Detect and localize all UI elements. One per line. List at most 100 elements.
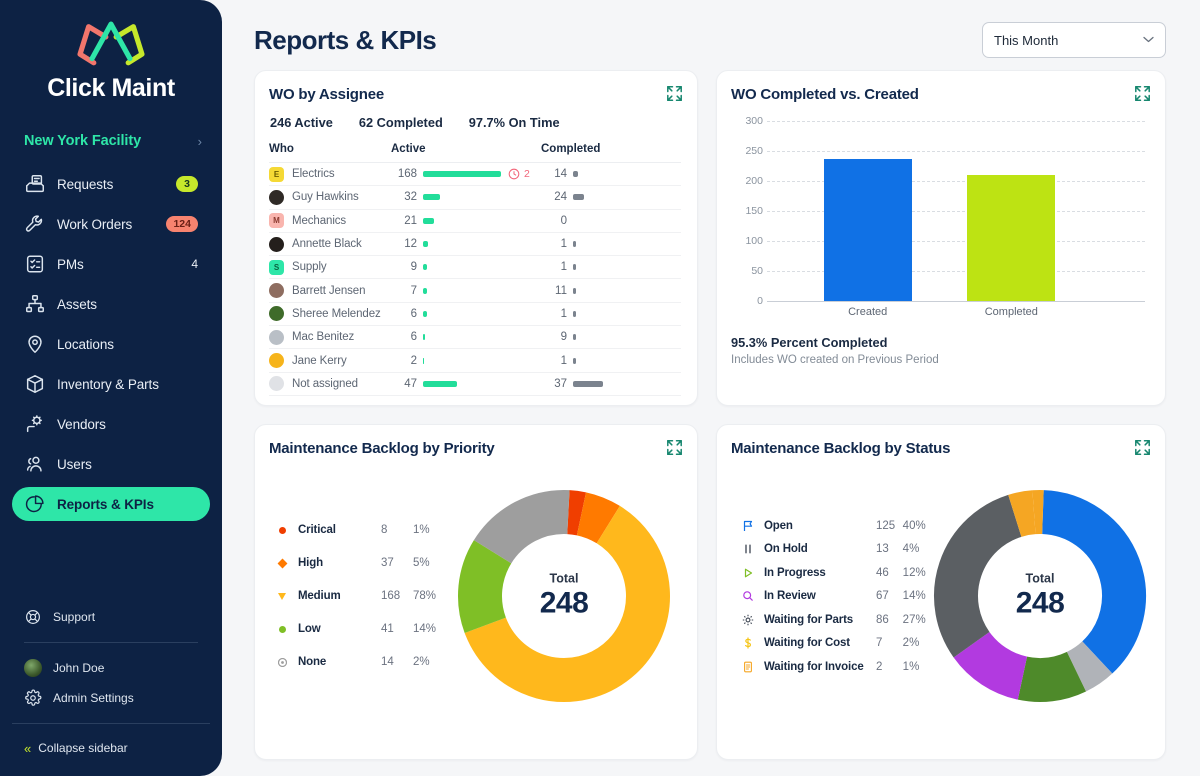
- play-icon: [741, 567, 755, 579]
- sidebar-item-admin-settings[interactable]: Admin Settings: [12, 683, 210, 713]
- expand-icon[interactable]: [666, 439, 683, 456]
- table-row[interactable]: Mac Benitez69: [269, 326, 681, 349]
- legend-item[interactable]: None142%: [275, 646, 447, 679]
- cell-completed: 1: [541, 349, 681, 372]
- cell-who: Annette Black: [269, 232, 391, 255]
- legend-item[interactable]: Open12540%: [741, 514, 931, 538]
- collapse-sidebar-button[interactable]: « Collapse sidebar: [12, 734, 210, 762]
- sidebar-item-work-orders[interactable]: Work Orders 124: [12, 207, 210, 241]
- donut-slice[interactable]: [1022, 672, 1076, 680]
- completed-bar: [573, 194, 584, 200]
- app-root: Click Maint New York Facility › Requests…: [0, 0, 1200, 776]
- legend-label: High: [298, 557, 381, 569]
- legend-percent: 4%: [903, 543, 931, 555]
- donut-slice[interactable]: [956, 516, 1015, 645]
- sidebar-item-reports-kpis[interactable]: Reports & KPIs: [12, 487, 210, 521]
- sidebar-item-requests[interactable]: Requests 3: [12, 167, 210, 201]
- stat-on-time: 97.7% On Time: [469, 115, 560, 130]
- cell-active: 47: [391, 372, 541, 395]
- period-select[interactable]: This Month: [982, 22, 1166, 58]
- sidebar-item-support[interactable]: Support: [12, 602, 210, 632]
- assignee-name: Not assigned: [292, 378, 358, 390]
- completed-bar: [573, 358, 576, 364]
- completed-count: 9: [541, 331, 567, 343]
- legend-percent: 78%: [413, 590, 447, 602]
- table-row[interactable]: Guy Hawkins3224: [269, 186, 681, 209]
- bar[interactable]: Created: [824, 159, 912, 301]
- avatar: M: [269, 213, 284, 228]
- legend-item[interactable]: High375%: [275, 547, 447, 580]
- sidebar-footer: Support John Doe Admin Settings «: [0, 602, 222, 776]
- assignee-table: Who Active Completed EElectrics168214 Guy…: [269, 143, 681, 396]
- card-title: Maintenance Backlog by Priority: [269, 440, 681, 457]
- donut-slice[interactable]: [1015, 512, 1034, 516]
- bar[interactable]: Completed: [967, 175, 1055, 301]
- dot-marker-icon: [275, 626, 289, 633]
- legend-item[interactable]: Low4114%: [275, 613, 447, 646]
- diamond-marker-icon: [275, 560, 289, 567]
- legend-count: 41: [381, 623, 413, 635]
- legend-percent: 2%: [413, 656, 447, 668]
- expand-icon[interactable]: [1134, 85, 1151, 102]
- active-bar: [423, 264, 427, 270]
- donut-slice[interactable]: [480, 552, 493, 626]
- legend-item[interactable]: Critical81%: [275, 514, 447, 547]
- gridline: [767, 151, 1145, 152]
- table-row[interactable]: MMechanics210: [269, 209, 681, 232]
- active-bar: [423, 358, 424, 364]
- sidebar-item-users[interactable]: Users: [12, 447, 210, 481]
- assignee-name: Sheree Melendez: [292, 308, 381, 320]
- table-row[interactable]: SSupply91: [269, 256, 681, 279]
- admin-settings-label: Admin Settings: [53, 691, 134, 705]
- location-pin-icon: [24, 333, 46, 355]
- cell-completed: 1: [541, 302, 681, 325]
- expand-icon[interactable]: [1134, 439, 1151, 456]
- cell-active: 32: [391, 186, 541, 209]
- table-row[interactable]: Sheree Melendez 6 1: [269, 302, 681, 325]
- donut-slice[interactable]: [972, 645, 1023, 678]
- avatar: [269, 237, 284, 252]
- table-row[interactable]: Not assigned4737: [269, 372, 681, 395]
- work-orders-badge: 124: [166, 216, 198, 232]
- active-count: 32: [391, 191, 417, 203]
- donut-slice[interactable]: [568, 512, 581, 514]
- legend-percent: 1%: [413, 524, 447, 536]
- assignee-name: Jane Kerry: [292, 355, 347, 367]
- donut-slice[interactable]: [493, 512, 569, 552]
- donut-slice[interactable]: [581, 514, 608, 525]
- legend-item[interactable]: Medium16878%: [275, 580, 447, 613]
- table-row[interactable]: EElectrics168214: [269, 163, 681, 186]
- sidebar-item-inventory[interactable]: Inventory & Parts: [12, 367, 210, 401]
- legend-percent: 27%: [903, 614, 931, 626]
- status-donut-body: Open12540%On Hold134%In Progress4612%In …: [731, 457, 1149, 735]
- legend-item[interactable]: Waiting for Cost72%: [741, 631, 931, 655]
- checklist-icon: [24, 253, 46, 275]
- cell-completed: 9: [541, 326, 681, 349]
- card-backlog-by-status: Maintenance Backlog by Status Open12540%…: [716, 424, 1166, 760]
- percent-completed: 95.3% Percent Completed: [731, 335, 1149, 350]
- table-header-row: Who Active Completed: [269, 143, 681, 163]
- sidebar-item-locations[interactable]: Locations: [12, 327, 210, 361]
- expand-icon[interactable]: [666, 85, 683, 102]
- avatar: E: [269, 167, 284, 182]
- legend-item[interactable]: Waiting for Invoice21%: [741, 655, 931, 679]
- sidebar-item-user[interactable]: John Doe: [12, 653, 210, 683]
- table-row[interactable]: Annette Black121: [269, 232, 681, 255]
- sidebar-item-vendors[interactable]: Vendors: [12, 407, 210, 441]
- legend-item[interactable]: In Review6714%: [741, 584, 931, 608]
- legend-label: Open: [764, 520, 876, 532]
- donut-slice[interactable]: [1076, 657, 1097, 671]
- active-count: 47: [391, 378, 417, 390]
- table-row[interactable]: Jane Kerry21: [269, 349, 681, 372]
- sidebar-item-pms[interactable]: PMs 4: [12, 247, 210, 281]
- table-row[interactable]: Barrett Jensen711: [269, 279, 681, 302]
- active-count: 6: [391, 308, 417, 320]
- sidebar-item-assets[interactable]: Assets: [12, 287, 210, 321]
- legend-item[interactable]: In Progress4612%: [741, 561, 931, 585]
- brand-logo[interactable]: Click Maint: [0, 14, 222, 103]
- cell-active: 6: [391, 302, 541, 325]
- legend-item[interactable]: On Hold134%: [741, 537, 931, 561]
- legend-item[interactable]: Waiting for Parts8627%: [741, 608, 931, 632]
- facility-selector[interactable]: New York Facility ›: [24, 133, 202, 149]
- assignee-name: Guy Hawkins: [292, 191, 359, 203]
